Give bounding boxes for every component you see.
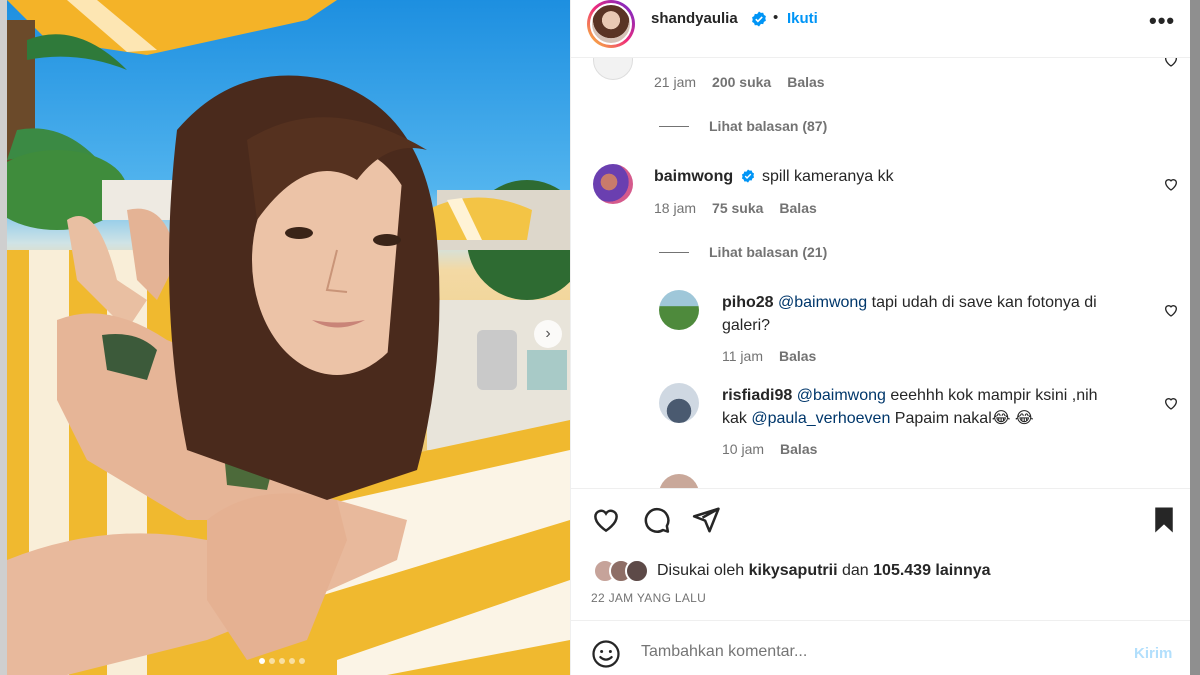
reply-button[interactable]: Balas bbox=[780, 441, 817, 457]
comment-likes[interactable]: 200 suka bbox=[712, 74, 771, 90]
reply-body-line2-end: Papaim nakal😂 😂 bbox=[890, 410, 1034, 427]
carousel-dot bbox=[289, 658, 295, 664]
reply-body-line2: galeri? bbox=[722, 317, 771, 334]
likes-count-link[interactable]: 105.439 lainnya bbox=[873, 562, 990, 579]
reply-text: risfiadi98 @baimwong eeehhh kok mampir k… bbox=[722, 384, 1152, 430]
share-icon[interactable] bbox=[691, 505, 721, 535]
reply-button[interactable]: Balas bbox=[779, 348, 816, 364]
comment-avatar[interactable] bbox=[593, 58, 633, 80]
likes-text: Disukai oleh kikysaputrii dan 105.439 la… bbox=[657, 562, 991, 579]
reply-time: 11 jam bbox=[722, 348, 763, 364]
carousel-dot bbox=[299, 658, 305, 664]
comment-meta: 21 jam 200 suka Balas bbox=[654, 74, 825, 90]
view-replies-button[interactable]: Lihat balasan (21) bbox=[659, 244, 827, 260]
reply-avatar[interactable] bbox=[659, 383, 699, 423]
reply-mention[interactable]: @baimwong bbox=[778, 294, 867, 311]
comment-likes[interactable]: 75 suka bbox=[712, 200, 763, 216]
reply-username[interactable]: piho28 bbox=[722, 294, 774, 311]
carousel-dot bbox=[269, 658, 275, 664]
header-separator: • bbox=[773, 9, 779, 26]
comment-meta: 18 jam 75 suka Balas bbox=[654, 200, 817, 216]
save-icon[interactable] bbox=[1149, 505, 1179, 535]
comment-time: 21 jam bbox=[654, 74, 697, 90]
reply-username[interactable]: risfiadi98 bbox=[722, 387, 792, 404]
post-photo[interactable]: › bbox=[7, 0, 570, 675]
reply-mention[interactable]: @paula_verhoeven bbox=[751, 410, 890, 427]
reply-avatar[interactable] bbox=[659, 474, 699, 488]
follow-button[interactable]: Ikuti bbox=[787, 10, 818, 27]
view-replies-label: Lihat balasan (21) bbox=[709, 244, 828, 260]
like-reply-heart-icon[interactable] bbox=[1163, 302, 1179, 318]
like-comment-heart-icon[interactable] bbox=[1163, 58, 1179, 68]
reply-avatar[interactable] bbox=[659, 290, 699, 330]
carousel-dot bbox=[279, 658, 285, 664]
reply-body: eeehhh kok mampir ksini ,nih bbox=[885, 387, 1098, 404]
verified-icon bbox=[752, 11, 766, 27]
comment-text: baimwong spill kameranya kk bbox=[654, 165, 894, 188]
heart-icon[interactable] bbox=[591, 505, 621, 535]
emoji-icon[interactable] bbox=[591, 639, 621, 669]
verified-icon bbox=[741, 169, 754, 183]
post-comment-button[interactable]: Kirim bbox=[1134, 645, 1172, 662]
reply-button[interactable]: Balas bbox=[787, 74, 824, 90]
reply-text: piho28 @baimwong tapi udah di save kan f… bbox=[722, 291, 1152, 337]
comments-list: 21 jam 200 suka Balas Lihat balasan (87)… bbox=[571, 58, 1191, 488]
post-actions: Disukai oleh kikysaputrii dan 105.439 la… bbox=[571, 488, 1191, 620]
left-window-edge bbox=[0, 0, 7, 675]
like-reply-heart-icon[interactable] bbox=[1163, 395, 1179, 411]
reply-body-line2: kak bbox=[722, 410, 752, 427]
author-username[interactable]: shandyaulia bbox=[651, 10, 738, 27]
reply-body: tapi udah di save kan fotonya di bbox=[867, 294, 1097, 311]
comment-input[interactable] bbox=[641, 643, 1081, 661]
app-window: › shandyaulia • Ikuti ••• 21 jam 200 suk… bbox=[0, 0, 1200, 675]
reply-mention[interactable]: @baimwong bbox=[797, 387, 886, 404]
carousel-next-button[interactable]: › bbox=[534, 320, 562, 348]
reply-time: 10 jam bbox=[722, 441, 765, 457]
view-replies-button[interactable]: Lihat balasan (87) bbox=[659, 118, 827, 134]
comment-body: spill kameranya kk bbox=[762, 168, 894, 185]
view-replies-label: Lihat balasan (87) bbox=[709, 118, 828, 134]
post-time: 22 JAM YANG LALU bbox=[591, 591, 707, 605]
like-comment-heart-icon[interactable] bbox=[1163, 176, 1179, 192]
more-options-icon[interactable]: ••• bbox=[1149, 8, 1175, 34]
carousel-dot bbox=[259, 658, 265, 664]
comment-username[interactable]: baimwong bbox=[654, 168, 733, 185]
post-header: shandyaulia • Ikuti ••• bbox=[571, 0, 1191, 58]
liker-avatar bbox=[625, 559, 649, 583]
liked-by-user-link[interactable]: kikysaputrii bbox=[749, 562, 838, 579]
carousel-dots bbox=[259, 658, 305, 664]
reply-meta: 11 jam Balas bbox=[722, 348, 816, 364]
reply-meta: 10 jam Balas bbox=[722, 441, 817, 457]
right-window-edge bbox=[1190, 0, 1200, 675]
reply-button[interactable]: Balas bbox=[779, 200, 816, 216]
likes-summary[interactable]: Disukai oleh kikysaputrii dan 105.439 la… bbox=[593, 559, 991, 583]
post-details-panel: shandyaulia • Ikuti ••• 21 jam 200 suka … bbox=[570, 0, 1191, 675]
comment-time: 18 jam bbox=[654, 200, 697, 216]
author-avatar[interactable] bbox=[587, 0, 635, 48]
comment-avatar[interactable] bbox=[593, 164, 633, 204]
add-comment-bar: Kirim bbox=[571, 620, 1191, 675]
photo-illustration bbox=[7, 0, 570, 675]
comment-icon[interactable] bbox=[641, 505, 671, 535]
